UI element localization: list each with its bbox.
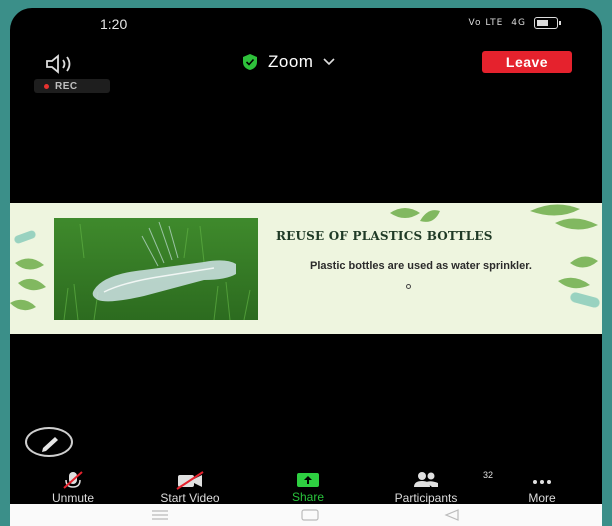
status-icons: Vo LTE 4G — [468, 17, 561, 29]
recording-indicator: REC — [34, 79, 110, 93]
start-video-button[interactable]: Start Video — [142, 470, 238, 505]
network-indicator: 4G — [511, 18, 526, 28]
slide-body-text: Plastic bottles are used as water sprink… — [310, 260, 532, 272]
annotate-button[interactable] — [25, 427, 73, 457]
back-nav-icon[interactable] — [442, 509, 462, 521]
participants-icon — [414, 472, 438, 487]
share-icon — [297, 472, 319, 487]
android-nav-bar — [10, 504, 602, 526]
start-video-label: Start Video — [160, 491, 220, 505]
chevron-down-icon — [323, 58, 336, 66]
bottom-toolbar: Unmute Start Video Share 32 Participants… — [10, 470, 602, 505]
slide-title: REUSE OF PLASTICS BOTTLES — [276, 229, 493, 243]
status-time: 1:20 — [100, 16, 128, 32]
more-label: More — [528, 491, 556, 505]
recording-label: REC — [55, 80, 78, 92]
phone-screen: 1:20 Vo LTE 4G Zoom Leave REC REUSE OF P… — [10, 8, 602, 526]
participants-button[interactable]: 32 Participants — [374, 470, 493, 505]
shared-slide: REUSE OF PLASTICS BOTTLES Plastic bottle… — [10, 203, 602, 334]
shield-icon — [243, 54, 257, 70]
participants-count: 32 — [483, 470, 494, 480]
app-title: Zoom — [268, 52, 314, 71]
mic-off-icon — [63, 471, 83, 489]
slide-photo-bottle-sprinkler — [54, 218, 258, 320]
status-bar: 1:20 Vo LTE 4G — [10, 8, 602, 42]
speaker-icon[interactable] — [44, 53, 80, 75]
recording-dot — [44, 83, 49, 89]
unmute-label: Unmute — [51, 491, 95, 505]
video-off-icon — [176, 471, 204, 490]
pen-icon — [42, 437, 58, 452]
share-label: Share — [291, 490, 325, 504]
volte-indicator: Vo LTE — [468, 18, 504, 28]
share-button[interactable]: Share — [278, 470, 338, 504]
unmute-button[interactable]: Unmute — [38, 470, 108, 505]
battery-icon — [534, 17, 561, 29]
home-nav-icon[interactable] — [300, 509, 320, 521]
menu-nav-icon[interactable] — [150, 509, 170, 521]
meeting-top-bar: Zoom Leave — [10, 48, 602, 80]
pointer-cursor — [406, 284, 411, 289]
more-icon — [533, 480, 551, 484]
leave-button[interactable]: Leave — [482, 51, 572, 73]
participants-label: Participants — [394, 491, 458, 505]
more-button[interactable]: More — [518, 470, 566, 505]
meeting-title[interactable]: Zoom — [242, 52, 336, 72]
